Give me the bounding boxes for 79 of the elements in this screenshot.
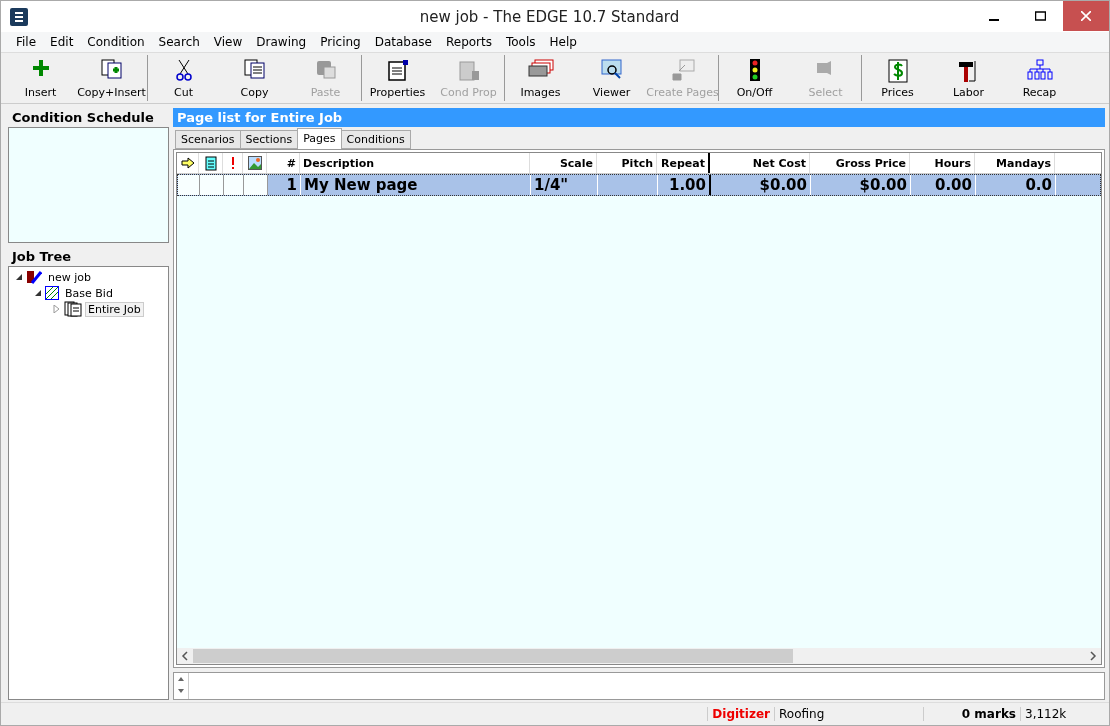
table-cell: 1/4" bbox=[531, 175, 598, 195]
app-logo-icon bbox=[10, 7, 28, 26]
scissors-icon bbox=[175, 59, 192, 81]
toolbar-button[interactable]: Images bbox=[505, 55, 576, 101]
copy-icon bbox=[243, 59, 266, 79]
maximize-icon bbox=[1034, 11, 1046, 21]
menu-item[interactable]: Drawing bbox=[249, 35, 314, 49]
plus-icon bbox=[31, 59, 50, 77]
column-header[interactable]: Hours bbox=[910, 153, 975, 173]
table-cell: 1.00 bbox=[658, 175, 711, 195]
menu-item[interactable]: Search bbox=[151, 35, 207, 49]
table-cell: My New page bbox=[301, 175, 531, 195]
tree-item[interactable]: new job bbox=[45, 269, 94, 285]
paste-icon bbox=[314, 59, 337, 79]
pages-stack-icon bbox=[64, 301, 82, 317]
column-header[interactable]: Scale bbox=[530, 153, 597, 173]
notepad-icon bbox=[204, 155, 217, 171]
close-icon bbox=[1081, 11, 1091, 21]
tab[interactable]: Sections bbox=[239, 130, 299, 149]
table-cell: 0.00 bbox=[911, 175, 976, 195]
stacked-images-icon bbox=[527, 59, 554, 77]
toolbar-button[interactable]: Cut bbox=[148, 55, 219, 101]
org-chart-icon bbox=[1026, 59, 1053, 81]
column-header[interactable]: Pitch bbox=[597, 153, 657, 173]
toolbar-button[interactable]: Copy+Insert bbox=[76, 55, 147, 101]
column-header[interactable]: Net Cost bbox=[710, 153, 810, 173]
magnifier-icon bbox=[600, 59, 623, 81]
dollar-icon bbox=[887, 59, 908, 83]
menu-item[interactable]: File bbox=[9, 35, 44, 49]
table-cell: 1 bbox=[268, 175, 301, 195]
toolbar-button[interactable]: Viewer bbox=[576, 55, 647, 101]
toolbar-button[interactable]: Labor bbox=[933, 55, 1004, 101]
documents-icon bbox=[100, 59, 123, 79]
horizontal-scrollbar[interactable] bbox=[177, 648, 1101, 664]
menu-item[interactable]: Pricing bbox=[313, 35, 368, 49]
status-trade: Roofing bbox=[774, 707, 923, 721]
window-title: new job - The EDGE 10.7 Standard bbox=[418, 7, 680, 26]
toolbar-button[interactable]: Recap bbox=[1004, 55, 1075, 101]
collapsed-triangle-icon[interactable] bbox=[53, 305, 61, 313]
column-header[interactable]: # bbox=[267, 153, 300, 173]
tab[interactable]: Pages bbox=[297, 128, 342, 149]
arrow-icon bbox=[180, 157, 195, 169]
panel-header: Page list for Entire Job bbox=[173, 108, 1105, 127]
toolbar-button[interactable]: Properties bbox=[362, 55, 433, 101]
status-marks: 0 marks bbox=[923, 707, 1020, 721]
table-cell: $0.00 bbox=[711, 175, 811, 195]
menu-item[interactable]: Condition bbox=[80, 35, 152, 49]
menu-item[interactable]: Database bbox=[367, 35, 439, 49]
tree-item[interactable]: Base Bid bbox=[62, 285, 116, 301]
table-cell: 0.0 bbox=[976, 175, 1056, 195]
menu-item[interactable]: View bbox=[206, 35, 250, 49]
toolbar-button[interactable]: Copy bbox=[219, 55, 290, 101]
table-row[interactable]: 1 My New page 1/4" 1.00 $0.00 $0.00 0.00 0.0 bbox=[177, 174, 1101, 196]
book-pencil-icon bbox=[26, 270, 42, 284]
status-mode: Digitizer bbox=[707, 707, 774, 721]
status-memory: 3,112k bbox=[1020, 707, 1089, 721]
menu-item[interactable]: Edit bbox=[43, 35, 81, 49]
column-header[interactable]: Mandays bbox=[975, 153, 1055, 173]
expanded-triangle-icon[interactable] bbox=[34, 289, 42, 297]
panel-title: Condition Schedule bbox=[11, 109, 155, 127]
menu-item[interactable]: Reports bbox=[438, 35, 499, 49]
menu-item[interactable]: Help bbox=[542, 35, 584, 49]
column-header[interactable]: Gross Price bbox=[810, 153, 910, 173]
tab[interactable]: Scenarios bbox=[175, 130, 241, 149]
expanded-triangle-icon[interactable] bbox=[15, 273, 23, 281]
table-cell: $0.00 bbox=[811, 175, 911, 195]
tab[interactable]: Conditions bbox=[340, 130, 411, 149]
panel-title: Job Tree bbox=[10, 248, 73, 266]
toolbar-button[interactable]: On/Off bbox=[719, 55, 790, 101]
minimize-icon bbox=[989, 19, 999, 21]
tree-item[interactable]: Entire Job bbox=[85, 301, 144, 317]
hatched-square-icon bbox=[45, 286, 59, 300]
exclamation-icon bbox=[230, 157, 235, 169]
column-header[interactable]: Description bbox=[300, 153, 530, 173]
menu-item[interactable]: Tools bbox=[499, 35, 543, 49]
toolbar-button[interactable]: Insert bbox=[5, 55, 76, 101]
traffic-light-icon bbox=[749, 59, 760, 81]
toolbar-button[interactable]: Prices bbox=[862, 55, 933, 101]
landscape-image-icon bbox=[247, 156, 262, 170]
